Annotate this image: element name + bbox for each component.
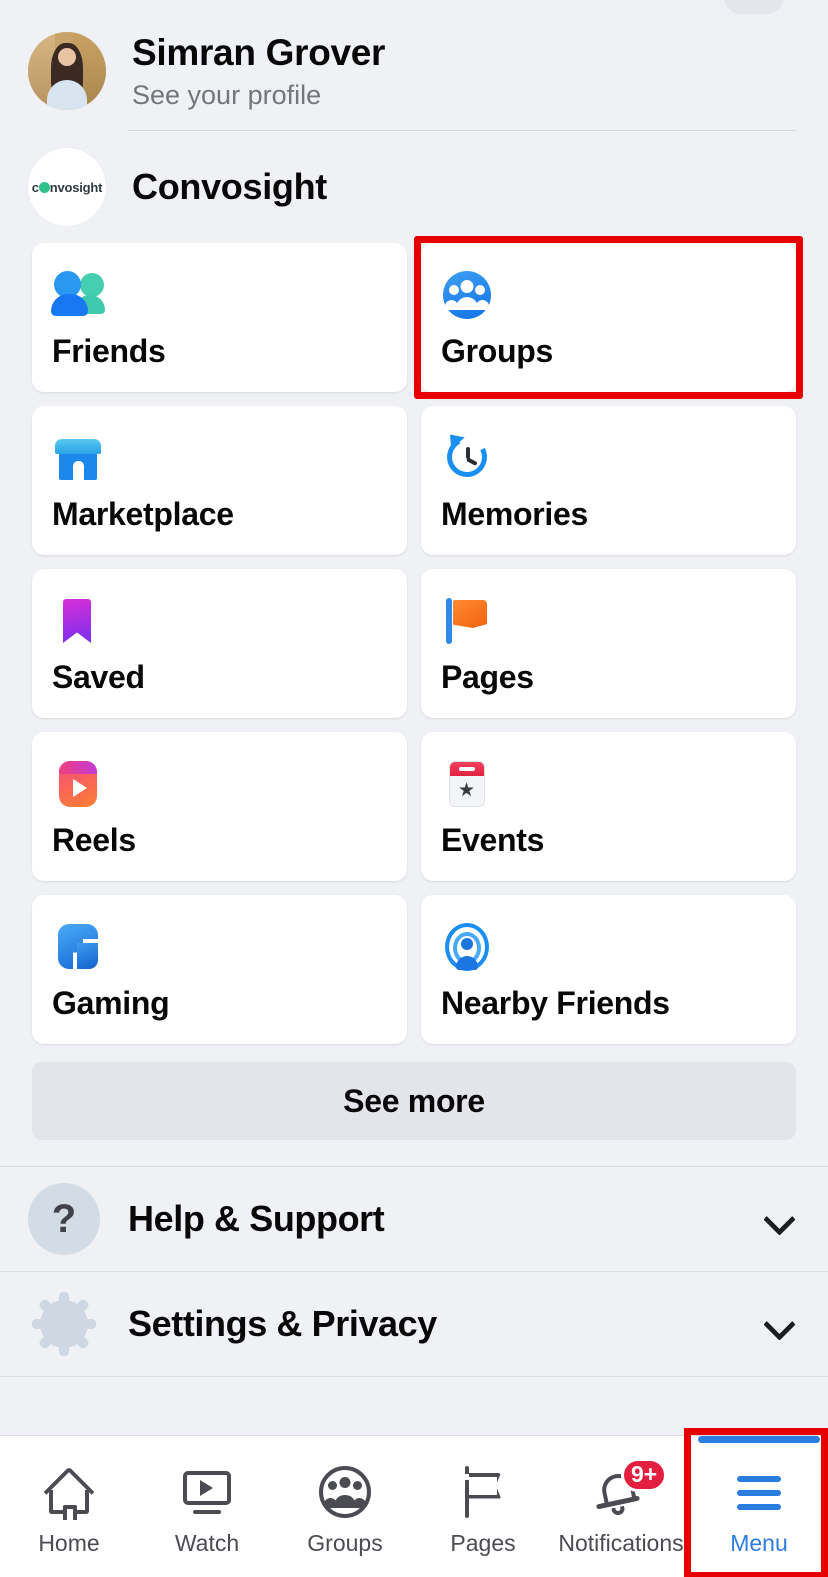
page-account-row[interactable]: c nvosight Convosight	[0, 131, 828, 226]
shortcut-label: Groups	[441, 333, 553, 369]
shortcut-tile-groups[interactable]: Groups	[414, 236, 803, 399]
nearby-friends-icon	[441, 921, 493, 973]
memories-icon	[441, 428, 493, 484]
reels-icon	[52, 758, 104, 810]
shortcut-tile-gaming[interactable]: Gaming	[32, 895, 407, 1044]
shortcut-tile-events[interactable]: ★ Events	[421, 732, 796, 881]
shortcut-tile-memories[interactable]: Memories	[421, 406, 796, 555]
row-divider	[0, 1376, 828, 1377]
watch-icon	[179, 1464, 235, 1520]
saved-bookmark-icon	[52, 595, 104, 647]
events-calendar-icon: ★	[441, 758, 493, 810]
hamburger-menu-icon	[731, 1464, 787, 1520]
notification-badge: 9+	[621, 1457, 668, 1492]
page-account-name: Convosight	[132, 166, 327, 207]
friends-icon	[51, 269, 105, 321]
nav-label: Groups	[307, 1529, 383, 1556]
shortcut-label: Gaming	[52, 985, 170, 1021]
shortcut-label: Saved	[52, 659, 145, 695]
row-help-and-support[interactable]: ? Help & Support	[0, 1167, 828, 1271]
facebook-menu-screen: Simran Grover See your profile c nvosight…	[0, 0, 828, 1577]
shortcut-label: Memories	[441, 496, 588, 532]
nav-label: Menu	[730, 1529, 788, 1556]
active-tab-indicator	[698, 1436, 820, 1443]
shortcut-tile-pages[interactable]: Pages	[421, 569, 796, 718]
avatar[interactable]	[28, 32, 106, 110]
profile-name: Simran Grover	[132, 31, 386, 73]
shortcut-label: Events	[441, 822, 545, 858]
pages-nav-icon	[455, 1464, 511, 1520]
nav-label: Watch	[174, 1529, 240, 1556]
bottom-navigation-bar: Home Watch Groups Pages 9+ Notifications…	[0, 1428, 828, 1577]
shortcut-tile-nearby-friends[interactable]: Nearby Friends	[421, 895, 796, 1044]
nav-item-pages[interactable]: Pages	[414, 1436, 552, 1577]
profile-row[interactable]: Simran Grover See your profile	[0, 0, 828, 112]
nav-label: Home	[38, 1529, 100, 1556]
groups-icon	[441, 269, 493, 321]
shortcut-label: Marketplace	[52, 496, 234, 532]
gaming-icon	[52, 921, 104, 973]
shortcut-label: Friends	[52, 333, 166, 369]
pages-flag-icon	[441, 595, 493, 647]
marketplace-icon	[52, 432, 104, 484]
shortcut-tile-reels[interactable]: Reels	[32, 732, 407, 881]
shortcut-tile-saved[interactable]: Saved	[32, 569, 407, 718]
see-more-wrap: See more	[0, 1044, 828, 1140]
top-cutoff-button[interactable]	[724, 0, 784, 14]
nav-item-notifications[interactable]: 9+ Notifications	[552, 1436, 690, 1577]
row-settings-and-privacy[interactable]: Settings & Privacy	[0, 1272, 828, 1376]
expandable-rows: ? Help & Support Settings & Privacy	[0, 1166, 828, 1377]
shortcut-label: Pages	[441, 659, 534, 695]
chevron-down-icon[interactable]	[764, 1309, 794, 1339]
shortcut-grid: Friends Groups Marketplace Memories Save…	[0, 221, 828, 1044]
nav-item-watch[interactable]: Watch	[138, 1436, 276, 1577]
profile-text: Simran Grover See your profile	[132, 32, 385, 111]
notifications-icon: 9+	[593, 1457, 668, 1520]
nav-item-groups[interactable]: Groups	[276, 1436, 414, 1577]
gear-icon	[28, 1288, 100, 1360]
nav-item-menu[interactable]: Menu	[684, 1428, 828, 1577]
see-more-button[interactable]: See more	[32, 1062, 796, 1140]
chevron-down-icon[interactable]	[764, 1204, 794, 1234]
convosight-logo-text: nvosight	[49, 179, 103, 195]
groups-nav-icon	[317, 1464, 373, 1520]
question-mark-icon: ?	[28, 1183, 100, 1255]
profile-subtitle: See your profile	[132, 79, 322, 110]
row-label: Help & Support	[128, 1198, 385, 1239]
convosight-logo-icon: c nvosight	[28, 148, 106, 226]
nav-label: Pages	[450, 1529, 516, 1556]
nav-label: Notifications	[558, 1529, 684, 1556]
shortcut-tile-marketplace[interactable]: Marketplace	[32, 406, 407, 555]
shortcut-tile-friends[interactable]: Friends	[32, 243, 407, 392]
shortcut-label: Reels	[52, 822, 136, 858]
shortcut-label: Nearby Friends	[441, 985, 670, 1021]
row-label: Settings & Privacy	[128, 1303, 437, 1344]
nav-item-home[interactable]: Home	[0, 1436, 138, 1577]
home-icon	[41, 1464, 97, 1520]
